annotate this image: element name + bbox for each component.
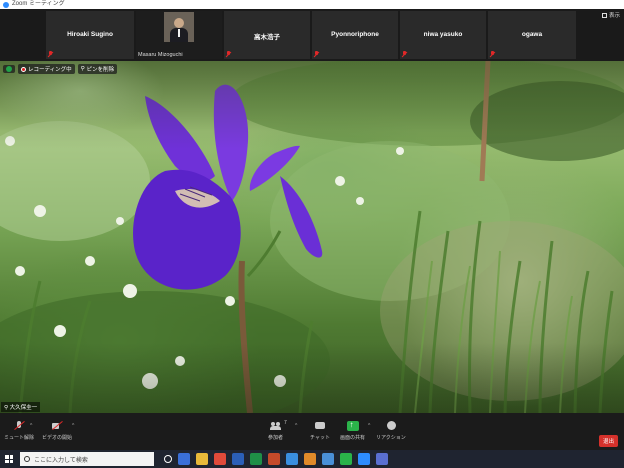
excel-icon[interactable]	[250, 453, 262, 465]
participants-caret-icon[interactable]: ^	[295, 423, 297, 429]
start-video-button[interactable]: ビデオの開始	[42, 421, 72, 441]
taskbar-search[interactable]: ここに入力して検索	[20, 452, 154, 466]
muted-mic-icon	[48, 51, 53, 57]
speaker-name: ⚲ 大久保圭一	[1, 402, 41, 412]
window-title-bar: Zoom ミーティング	[0, 0, 624, 9]
muted-mic-icon	[226, 51, 231, 57]
app-icon[interactable]	[214, 453, 226, 465]
participant-video	[164, 12, 194, 42]
powerpoint-icon[interactable]	[268, 453, 280, 465]
record-dot-icon	[21, 66, 26, 72]
chat-label: チャット	[310, 435, 330, 441]
recording-label: レコーディング中	[28, 67, 72, 73]
muted-mic-icon	[314, 51, 319, 57]
search-placeholder: ここに入力して検索	[34, 457, 88, 464]
reactions-button[interactable]: リアクション	[376, 421, 406, 441]
file-explorer-icon[interactable]	[196, 453, 208, 465]
share-screen-label: 画面の共有	[340, 435, 366, 441]
start-video-label: ビデオの開始	[42, 435, 73, 441]
view-button-label: 表示	[608, 13, 620, 19]
participants-icon	[269, 421, 282, 431]
chat-icon	[314, 421, 326, 431]
participant-tile[interactable]: Pyonnoriphone	[312, 11, 398, 59]
browser-icon[interactable]	[286, 453, 298, 465]
zoom-app-icon	[3, 1, 9, 8]
chat-button[interactable]: チャット	[310, 421, 330, 441]
participant-name: ogawa	[521, 31, 543, 38]
windows-logo-icon	[5, 455, 13, 463]
unpin-label: ピンを削除	[86, 67, 115, 73]
mic-muted-icon	[13, 421, 25, 431]
zoom-taskbar-icon[interactable]	[358, 453, 370, 465]
muted-mic-icon	[490, 51, 495, 57]
share-screen-button[interactable]: 画面の共有	[340, 420, 366, 441]
video-shade	[0, 61, 624, 413]
line-icon[interactable]	[340, 453, 352, 465]
edge-icon[interactable]	[178, 453, 190, 465]
video-options-caret-icon[interactable]: ^	[72, 423, 74, 429]
pin-icon: ⚲	[80, 66, 85, 72]
word-icon[interactable]	[232, 453, 244, 465]
unpin-button[interactable]: ⚲ ピンを削除	[77, 64, 118, 74]
recording-badge[interactable]: レコーディング中	[18, 64, 75, 74]
speaker-name-label: 大久保圭一	[9, 405, 38, 411]
meeting-toolbar: ミュート解除 ^ ビデオの開始 ^ 参加者 7 ^ チャット 画面の共有 ^ リ…	[0, 413, 624, 450]
start-button[interactable]	[2, 450, 16, 468]
participant-name: Hiroaki Sugino	[67, 31, 113, 38]
participant-tile[interactable]: niwa yasuko	[400, 11, 486, 59]
participant-name: niwa yasuko	[423, 31, 463, 38]
security-icon	[6, 66, 12, 72]
search-icon	[24, 456, 30, 462]
participant-tile[interactable]: 高木浩子	[224, 11, 310, 59]
leave-button[interactable]: 退出	[598, 435, 618, 447]
share-options-caret-icon[interactable]: ^	[368, 423, 370, 429]
participant-name: Pyonnoriphone	[331, 31, 379, 38]
firefox-icon[interactable]	[304, 453, 316, 465]
participant-name: Masaru Mizoguchi	[138, 52, 183, 58]
camera-off-icon	[51, 421, 63, 431]
muted-mic-icon	[402, 51, 407, 57]
app-icon[interactable]	[376, 453, 388, 465]
participants-button[interactable]: 参加者	[268, 421, 283, 441]
task-view-icon[interactable]	[164, 455, 172, 463]
main-video[interactable]: レコーディング中 ⚲ ピンを削除 ⚲ 大久保圭一	[0, 61, 624, 413]
participant-tile-video[interactable]: Masaru Mizoguchi	[136, 11, 222, 59]
muted-mic-icon: ⚲	[4, 405, 9, 411]
windows-taskbar: ここに入力して検索	[0, 450, 624, 468]
participants-label: 参加者	[268, 435, 284, 441]
unmute-label: ミュート解除	[4, 435, 35, 441]
participant-name: 高木浩子	[254, 34, 280, 41]
recording-indicator: レコーディング中 ⚲ ピンを削除	[3, 64, 118, 74]
window-title: Zoom ミーティング	[12, 1, 65, 7]
participants-count: 7	[284, 420, 287, 426]
participant-strip: Hiroaki Sugino Masaru Mizoguchi 高木浩子 Pyo…	[0, 9, 624, 61]
participant-tile[interactable]: ogawa	[488, 11, 576, 59]
reactions-icon	[385, 421, 397, 431]
app-icon[interactable]	[322, 453, 334, 465]
view-button[interactable]: 表示	[601, 11, 620, 19]
reactions-label: リアクション	[376, 435, 406, 441]
share-screen-icon	[346, 420, 359, 431]
audio-options-caret-icon[interactable]: ^	[30, 423, 32, 429]
grid-view-icon	[601, 12, 607, 18]
participant-tile[interactable]: Hiroaki Sugino	[46, 11, 134, 59]
recording-badge[interactable]	[3, 65, 15, 73]
